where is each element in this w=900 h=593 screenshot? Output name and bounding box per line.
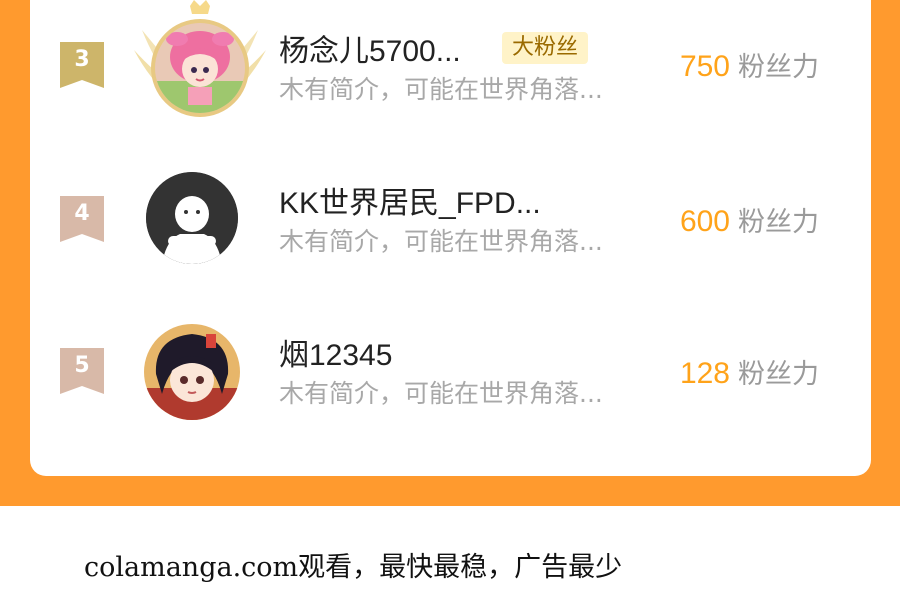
watermark-caption: colamanga.com观看，最快最稳，广告最少 — [84, 552, 623, 583]
avatar[interactable] — [130, 300, 270, 440]
score-unit: 粉丝力 — [738, 207, 819, 238]
user-bio: 木有简介，可能在世界角落... — [279, 379, 603, 408]
default-user-avatar-icon — [146, 172, 238, 264]
rank-badge: 4 — [60, 196, 104, 242]
avatar[interactable] — [130, 148, 270, 288]
score-unit: 粉丝力 — [738, 359, 819, 390]
username[interactable]: KK世界居民_FPD... — [279, 178, 541, 222]
fan-ranking-card: 3 杨念儿5700... 大粉丝 木有简介，可能在世界角落... 750 粉丝力… — [30, 0, 871, 476]
user-bio: 木有简介，可能在世界角落... — [279, 75, 603, 104]
anime-boy-avatar-icon — [144, 324, 240, 420]
rank-badge: 5 — [60, 348, 104, 394]
score-value: 128 — [679, 357, 730, 390]
fan-power-score: 600 粉丝力 — [680, 200, 819, 239]
fan-power-score: 128 粉丝力 — [680, 352, 819, 391]
fan-power-score: 750 粉丝力 — [680, 45, 819, 84]
score-value: 750 — [679, 50, 730, 83]
fan-level-badge: 大粉丝 — [502, 32, 589, 64]
ranking-row[interactable]: 5 烟12345 木有简介，可能在世界角落... 128 粉丝力 — [30, 300, 871, 440]
ranking-row[interactable]: 4 KK世界居民_FPD... 木有简介，可能在世界角落... 600 粉丝力 — [30, 148, 871, 288]
username[interactable]: 杨念儿5700... — [279, 26, 461, 70]
avatar[interactable] — [130, 0, 270, 140]
anime-girl-avatar-icon — [155, 23, 245, 113]
rank-badge: 3 — [60, 42, 104, 88]
score-value: 600 — [679, 205, 730, 238]
user-bio: 木有简介，可能在世界角落... — [279, 227, 603, 256]
score-unit: 粉丝力 — [738, 52, 819, 83]
username[interactable]: 烟12345 — [279, 330, 392, 374]
ranking-row[interactable]: 3 杨念儿5700... 大粉丝 木有简介，可能在世界角落... 750 粉丝力 — [30, 0, 871, 140]
